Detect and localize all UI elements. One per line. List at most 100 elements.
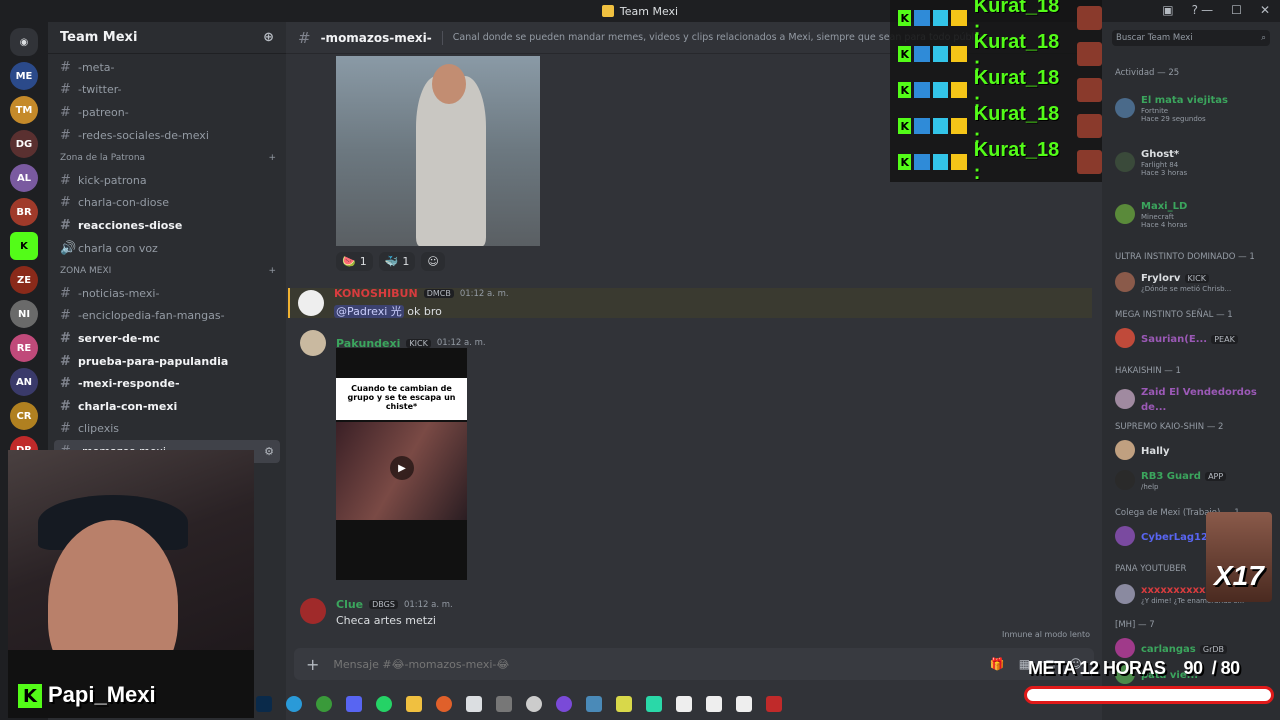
member-item[interactable]: RB3 Guard APP/help bbox=[1115, 468, 1227, 491]
channel-item[interactable]: # reacciones-diose bbox=[48, 214, 286, 237]
webcam-overlay: K Papi_Mexi bbox=[8, 450, 254, 718]
member-item[interactable]: Maxi_LD Minecraft Hace 4 horas bbox=[1115, 198, 1187, 229]
server-icon-5[interactable]: BR bbox=[10, 198, 38, 226]
chrome-icon[interactable] bbox=[526, 696, 542, 712]
close-button[interactable]: ✕ bbox=[1260, 3, 1270, 17]
server-icon-10[interactable]: AN bbox=[10, 368, 38, 396]
add-reaction-icon[interactable]: ☺ bbox=[421, 252, 445, 271]
discord-home-icon[interactable]: ◉ bbox=[10, 28, 38, 56]
channel-item[interactable]: 🔊 charla con voz bbox=[48, 237, 286, 260]
member-section-header: ULTRA INSTINTO DOMINADO — 1 bbox=[1115, 252, 1255, 262]
channel-label: -enciclopedia-fan-mangas- bbox=[78, 309, 225, 323]
channel-item[interactable]: # -enciclopedia-fan-mangas- bbox=[48, 305, 286, 328]
member-item[interactable]: CyberLag12 bbox=[1115, 526, 1208, 546]
reaction-bar: 🍉 1 🐳 1 ☺ bbox=[336, 252, 445, 271]
server-icon-3[interactable]: DG bbox=[10, 130, 38, 158]
video-attachment[interactable]: Cuando te cambian de grupo y se te escap… bbox=[336, 348, 467, 580]
file-icon[interactable] bbox=[736, 696, 752, 712]
channel-category[interactable]: ZONA MEXI + bbox=[48, 259, 286, 282]
guild-header[interactable]: Team Mexi ⊕ bbox=[48, 22, 286, 54]
hash-icon: # bbox=[60, 59, 71, 75]
settings-icon[interactable]: ⚙ bbox=[264, 445, 274, 458]
app-icon[interactable] bbox=[646, 696, 662, 712]
discord-icon[interactable] bbox=[346, 696, 362, 712]
play-icon[interactable]: ▶ bbox=[390, 456, 414, 480]
emote-icon bbox=[1076, 78, 1102, 102]
channel-item[interactable]: # kick-patrona bbox=[48, 169, 286, 192]
member-item[interactable]: Frylorv KICK ¿Dónde se metió Chrisb... bbox=[1115, 270, 1231, 293]
reaction[interactable]: 🐳 1 bbox=[378, 252, 416, 271]
message-author[interactable]: KONOSHIBUN bbox=[334, 287, 418, 300]
kick-logo-icon: K bbox=[18, 684, 42, 708]
server-icon-11[interactable]: CR bbox=[10, 402, 38, 430]
channel-item[interactable]: # server-de-mc bbox=[48, 327, 286, 350]
folder-icon[interactable] bbox=[406, 696, 422, 712]
app-icon[interactable] bbox=[766, 696, 782, 712]
inbox-icon[interactable]: ▣ bbox=[1162, 3, 1173, 17]
gift-icon[interactable]: 🎁 bbox=[990, 657, 1005, 671]
channel-item[interactable]: # prueba-para-papulandia bbox=[48, 350, 286, 373]
hash-icon: # bbox=[60, 376, 71, 392]
server-icon-4[interactable]: AL bbox=[10, 164, 38, 192]
add-channel-icon[interactable]: + bbox=[268, 266, 276, 276]
meme-image[interactable] bbox=[336, 56, 540, 246]
message-author[interactable]: Clue bbox=[336, 598, 363, 611]
window-title: Team Mexi bbox=[601, 5, 678, 18]
server-icon-9[interactable]: RE bbox=[10, 334, 38, 362]
user-mention[interactable]: @Padrexi 光 bbox=[334, 305, 404, 318]
telegram-icon[interactable] bbox=[286, 696, 302, 712]
member-item[interactable]: Ghost* Farlight 84 Hace 3 horas bbox=[1115, 146, 1187, 177]
reaction[interactable]: 🍉 1 bbox=[336, 252, 373, 271]
channel-item[interactable]: # -mexi-responde- bbox=[48, 372, 286, 395]
add-attachment-icon[interactable]: + bbox=[306, 655, 319, 674]
app-icon[interactable] bbox=[616, 696, 632, 712]
member-item[interactable]: Zaid El Vendedordos de... bbox=[1115, 384, 1280, 414]
server-icon-1[interactable]: ME bbox=[10, 62, 38, 90]
hash-icon: # bbox=[60, 82, 71, 98]
member-item[interactable]: El mata viejitas Fortnite Hace 29 segundos bbox=[1115, 92, 1228, 123]
file-icon[interactable] bbox=[706, 696, 722, 712]
photoshop-icon[interactable] bbox=[256, 696, 272, 712]
server-icon-7[interactable]: ZE bbox=[10, 266, 38, 294]
avatar[interactable] bbox=[300, 330, 326, 356]
minimize-button[interactable]: — bbox=[1201, 3, 1213, 17]
server-icon-kick[interactable]: K bbox=[10, 232, 38, 260]
channel-item[interactable]: # -meta- bbox=[48, 56, 286, 79]
member-item[interactable]: Saurian(E... PEAK bbox=[1115, 328, 1238, 348]
app-icon[interactable] bbox=[556, 696, 572, 712]
member-item[interactable]: Hally bbox=[1115, 440, 1170, 460]
channel-item[interactable]: # -patreon- bbox=[48, 101, 286, 124]
channel-item[interactable]: # charla-con-diose bbox=[48, 192, 286, 215]
app-icon[interactable] bbox=[586, 696, 602, 712]
crown-badge-icon bbox=[951, 154, 967, 170]
channel-item[interactable]: # clipexis bbox=[48, 418, 286, 441]
channel-item[interactable]: # charla-con-mexi bbox=[48, 395, 286, 418]
file-icon[interactable] bbox=[676, 696, 692, 712]
avatar bbox=[1115, 151, 1135, 172]
channel-label: kick-patrona bbox=[78, 173, 147, 187]
whatsapp-icon[interactable] bbox=[376, 696, 392, 712]
channel-label: -meta- bbox=[78, 60, 115, 74]
app-icon[interactable] bbox=[496, 696, 512, 712]
channel-item[interactable]: # -twitter- bbox=[48, 79, 286, 102]
help-icon[interactable]: ? bbox=[1192, 3, 1198, 17]
firefox-icon[interactable] bbox=[436, 696, 452, 712]
channel-item[interactable]: # -noticias-mexi- bbox=[48, 282, 286, 305]
member-section-header: SUPREMO KAIO-SHIN — 2 bbox=[1115, 422, 1224, 432]
add-member-icon[interactable]: ⊕ bbox=[263, 30, 274, 45]
channel-category[interactable]: Zona de la Patrona + bbox=[48, 146, 286, 169]
avatar[interactable] bbox=[298, 290, 324, 316]
server-icon-2[interactable]: TM bbox=[10, 96, 38, 124]
member-name: Saurian(E... bbox=[1141, 333, 1208, 345]
channel-item[interactable]: # -redes-sociales-de-mexi bbox=[48, 124, 286, 147]
cube-badge-icon bbox=[932, 82, 949, 98]
search-input[interactable]: Buscar Team Mexi ⌕ bbox=[1112, 30, 1270, 46]
app-icon[interactable] bbox=[466, 696, 482, 712]
avatar[interactable] bbox=[300, 598, 326, 624]
maximize-button[interactable]: ☐ bbox=[1231, 3, 1242, 17]
xbox-icon[interactable] bbox=[316, 696, 332, 712]
message-input[interactable] bbox=[333, 657, 976, 671]
add-channel-icon[interactable]: + bbox=[268, 153, 276, 163]
channel-label: -redes-sociales-de-mexi bbox=[78, 128, 209, 142]
server-icon-8[interactable]: NI bbox=[10, 300, 38, 328]
